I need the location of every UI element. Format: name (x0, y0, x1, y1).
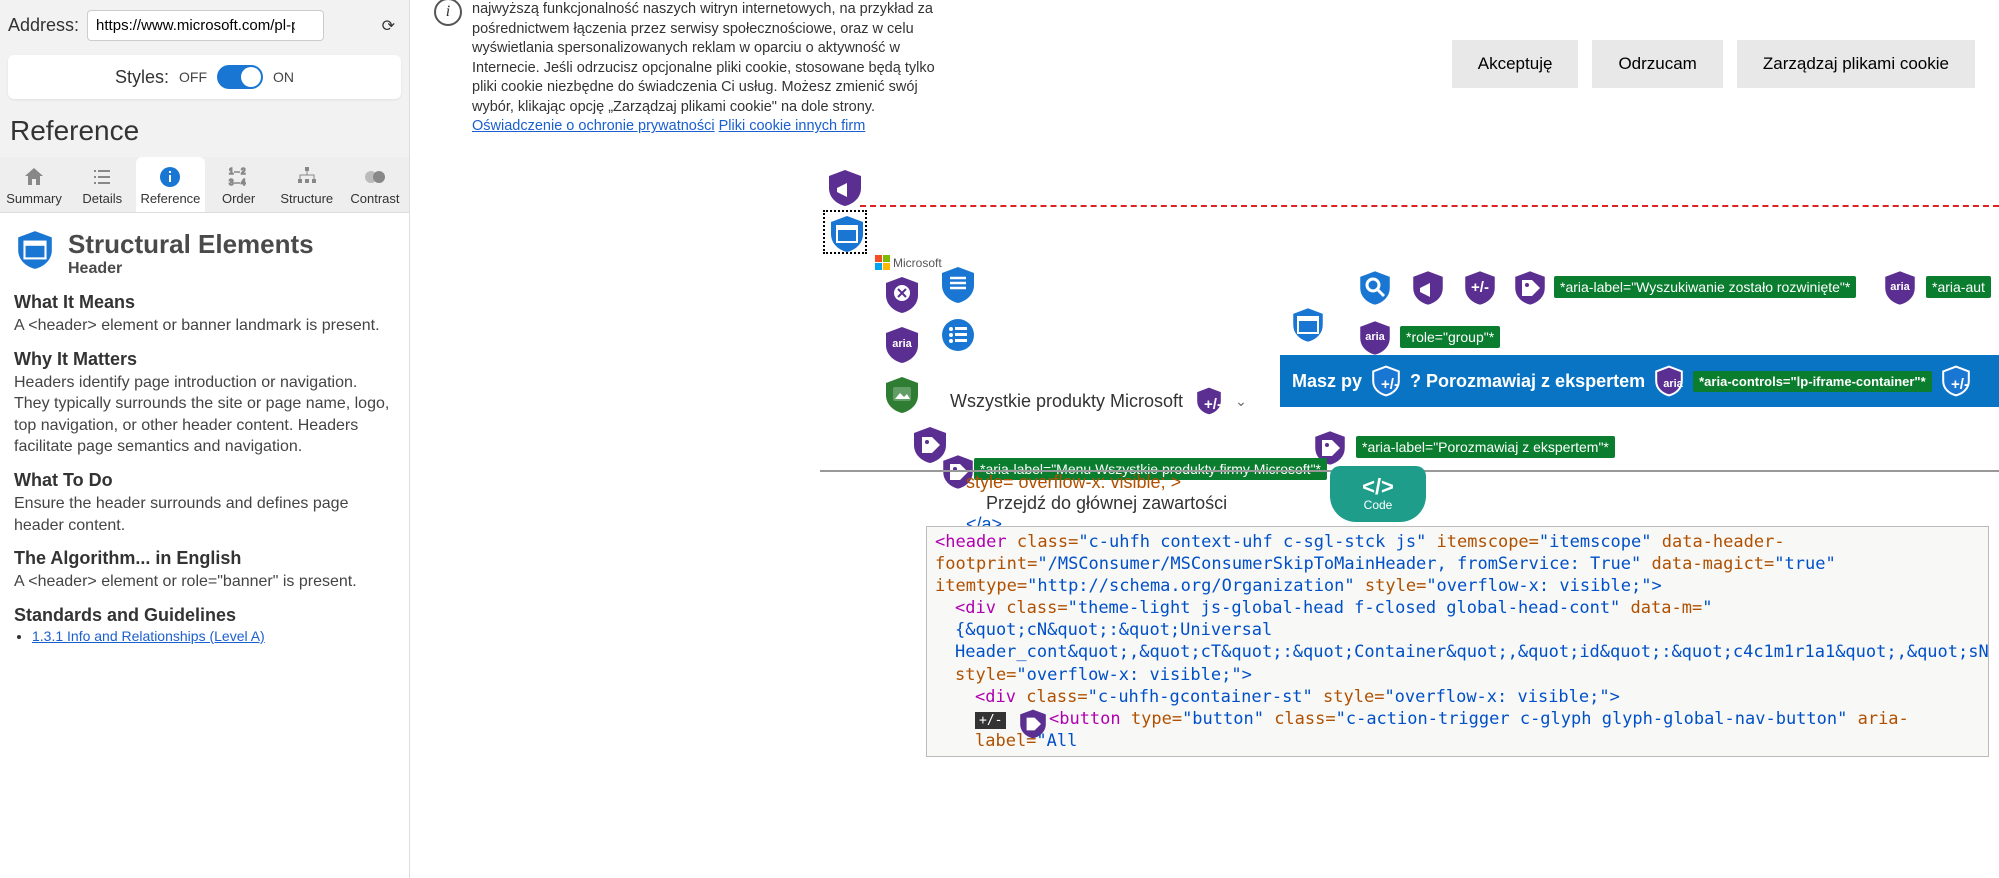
panel-subtitle: Header (68, 260, 314, 278)
dashed-divider (860, 205, 1999, 207)
header-shield-icon-selected (827, 214, 863, 250)
code-badge[interactable]: </> Code (1330, 466, 1426, 522)
svg-text:+/-: +/- (1951, 376, 1969, 393)
third-party-link[interactable]: Pliki cookie innych firm (719, 118, 866, 134)
close-shield-icon[interactable] (882, 275, 922, 315)
aria-shield-icon-2[interactable]: aria (1880, 268, 1920, 308)
tab-details[interactable]: Details (68, 157, 136, 212)
svg-text:+/-: +/- (1204, 396, 1222, 413)
info-circle-icon: i (434, 0, 462, 26)
plusminus-shield-icon-2[interactable]: +/- (1370, 365, 1402, 397)
svg-text:aria: aria (892, 338, 912, 350)
algorithm-text: A <header> element or role="banner" is p… (14, 571, 395, 593)
tab-structure[interactable]: Structure (273, 157, 341, 212)
plusminus-shield-icon-3[interactable]: +/- (1940, 365, 1972, 397)
accept-button[interactable]: Akceptuję (1452, 40, 1579, 88)
aria-shield-icon-4[interactable]: aria (1653, 365, 1685, 397)
what-it-means-heading: What It Means (14, 292, 395, 313)
svg-text:aria: aria (1365, 331, 1385, 343)
home-icon (22, 165, 46, 189)
image-shield-icon[interactable] (882, 375, 922, 415)
all-products-dropdown[interactable]: Wszystkie produkty Microsoft +/- ⌄ (950, 385, 1247, 417)
header-shield-icon-2[interactable] (1288, 305, 1328, 345)
what-it-means-text: A <header> element or banner landmark is… (14, 315, 395, 337)
styles-toggle[interactable] (217, 65, 263, 89)
reference-heading: Reference (0, 109, 409, 157)
plusminus-shield-icon[interactable]: +/- (1460, 268, 1500, 308)
tab-contrast[interactable]: Contrast (341, 157, 409, 212)
what-to-do-text: Ensure the header surrounds and defines … (14, 493, 395, 536)
standards-link[interactable]: 1.3.1 Info and Relationships (Level A) (32, 628, 265, 644)
reference-body: Structural Elements Header What It Means… (0, 213, 409, 878)
cookie-banner: i najwyższą funkcjonalność naszych witry… (410, 0, 1999, 147)
standards-heading: Standards and Guidelines (14, 605, 395, 626)
tab-order[interactable]: 1234 Order (205, 157, 273, 212)
sidebar: Address: ⟳ Styles: OFF ON Reference Summ… (0, 0, 410, 878)
tree-icon (295, 165, 319, 189)
address-label: Address: (8, 15, 79, 36)
privacy-link[interactable]: Oświadczenie o ochronie prywatności (472, 118, 715, 134)
panel-title: Structural Elements (68, 229, 314, 260)
svg-text:aria: aria (1663, 378, 1683, 390)
code-panel[interactable]: <header class="c-uhfh context-uhf c-sgl-… (926, 526, 1989, 757)
plusminus-shield-icon-4[interactable]: +/- (1193, 385, 1225, 417)
search-shield-icon[interactable] (1355, 268, 1395, 308)
cookie-text: najwyższą funkcjonalność naszych witryn … (472, 0, 954, 137)
tag-shield-icon-2[interactable] (1510, 268, 1550, 308)
styles-on-label: ON (273, 69, 294, 85)
reload-icon[interactable]: ⟳ (382, 16, 395, 36)
reject-button[interactable]: Odrzucam (1592, 40, 1722, 88)
svg-text:3: 3 (229, 178, 234, 187)
info-icon (158, 165, 182, 189)
manage-cookies-button[interactable]: Zarządzaj plikami cookie (1737, 40, 1975, 88)
selected-element-outline[interactable] (823, 210, 867, 254)
contrast-icon (363, 165, 387, 189)
svg-text:aria: aria (1890, 281, 1910, 293)
order-icon: 1234 (227, 165, 251, 189)
styles-off-label: OFF (179, 69, 207, 85)
expert-chat-bar[interactable]: Masz py +/- ? Porozmawiaj z ekspertem ar… (1280, 355, 1999, 407)
svg-text:4: 4 (241, 178, 246, 187)
tab-summary[interactable]: Summary (0, 157, 68, 212)
tab-reference[interactable]: Reference (136, 157, 204, 212)
chevron-down-icon: ⌄ (1235, 393, 1247, 410)
megaphone-shield-icon[interactable] (825, 168, 865, 208)
sidebar-tabs: Summary Details Reference 1234 Order Str… (0, 157, 409, 213)
aria-label-search-pill: *aria-label="Wyszukiwanie zostało rozwin… (1554, 276, 1856, 298)
role-group-pill: *role="group"* (1400, 326, 1500, 348)
megaphone-shield-icon-2[interactable] (1408, 268, 1448, 308)
aria-shield-icon[interactable]: aria (882, 325, 922, 365)
aria-expert-pill: *aria-label="Porozmawiaj z ekspertem"* (1356, 436, 1615, 458)
aria-controls-pill: *aria-controls="lp-iframe-container"* (1693, 371, 1932, 392)
microsoft-logo[interactable]: Microsoft (875, 255, 942, 270)
style-overflow-text: style= overflow-x: visible; > (966, 472, 1181, 493)
list-icon (90, 165, 114, 189)
algorithm-heading: The Algorithm... in English (14, 548, 395, 569)
plusminus-mini-badge[interactable]: +/- (975, 712, 1006, 729)
styles-label: Styles: (115, 67, 169, 88)
what-to-do-heading: What To Do (14, 470, 395, 491)
svg-text:2: 2 (241, 167, 246, 176)
svg-text:1: 1 (229, 167, 234, 176)
svg-text:+/-: +/- (1471, 279, 1489, 296)
aria-auto-pill: *aria-aut (1926, 276, 1991, 298)
address-input[interactable] (87, 10, 324, 41)
main-canvas: i najwyższą funkcjonalność naszych witry… (410, 0, 1999, 878)
skip-main-text: Przejdź do głównej zawartości (986, 493, 1227, 514)
lines-shield-icon[interactable] (938, 265, 978, 305)
svg-text:+/-: +/- (1381, 376, 1399, 393)
list-shield-icon[interactable] (938, 315, 978, 355)
aria-shield-icon-3[interactable]: aria (1355, 318, 1395, 358)
why-it-matters-text: Headers identify page introduction or na… (14, 372, 395, 458)
header-shield-icon (14, 229, 56, 271)
tag-shield-mini-icon (1017, 708, 1039, 730)
why-it-matters-heading: Why It Matters (14, 349, 395, 370)
